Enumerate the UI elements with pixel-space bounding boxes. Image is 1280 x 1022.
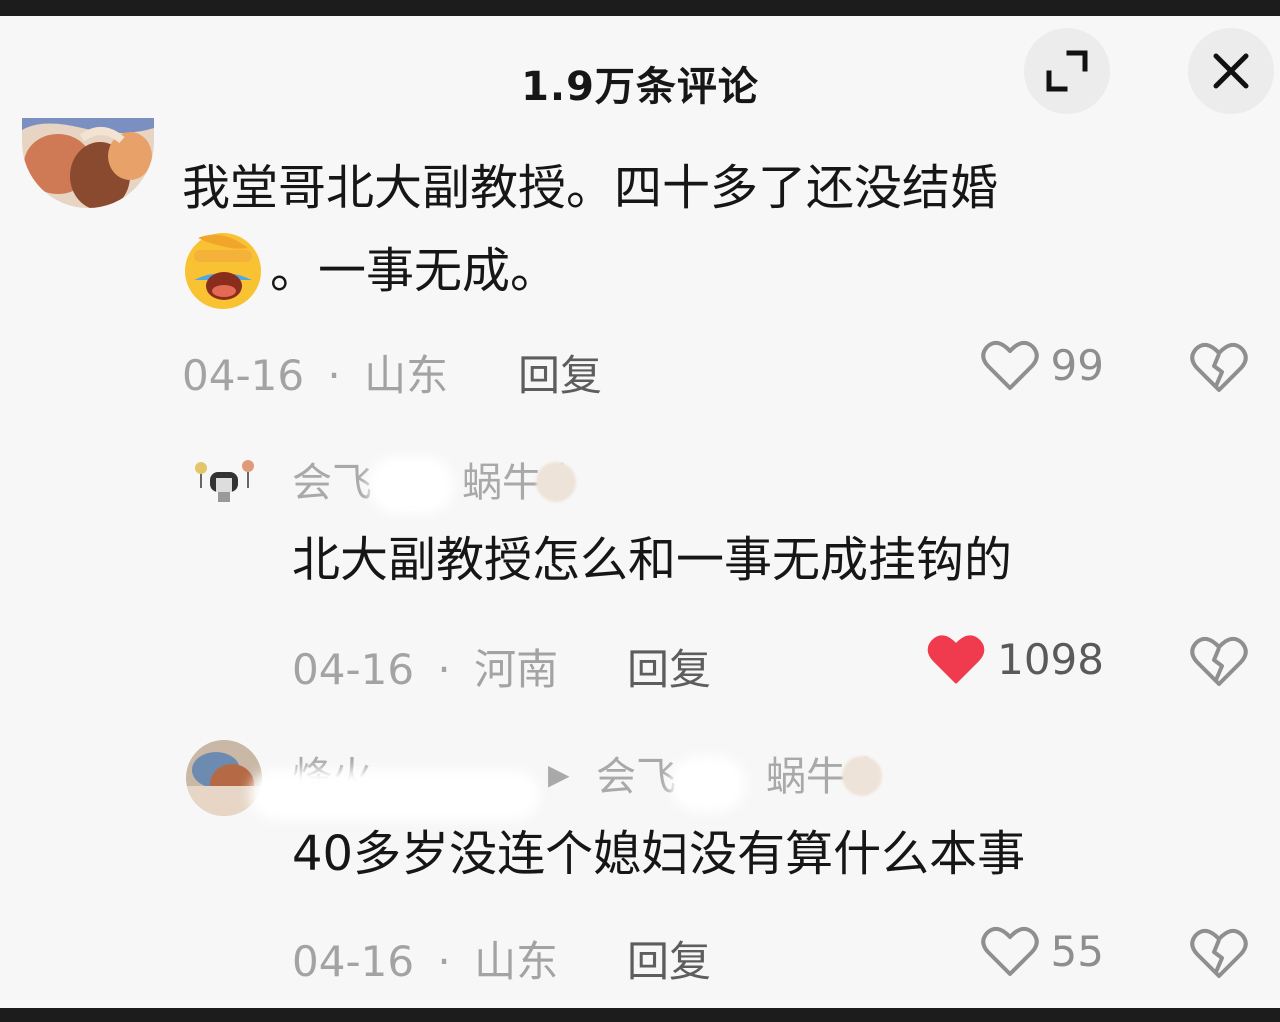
- heart-icon: [927, 635, 985, 684]
- heart-icon: [980, 926, 1039, 976]
- user-badge: [842, 756, 882, 796]
- avatar[interactable]: [186, 740, 262, 816]
- like-button[interactable]: 55: [980, 924, 1104, 978]
- reply-button[interactable]: 回复: [627, 928, 711, 989]
- comment-date: 04-16: [292, 645, 415, 694]
- like-button[interactable]: 1098: [927, 632, 1104, 686]
- comment-location: 山东: [474, 937, 559, 986]
- username-redaction: [368, 456, 454, 514]
- like-count: 1098: [997, 634, 1104, 684]
- meta-separator: ·: [437, 937, 451, 986]
- heart-icon: [980, 340, 1039, 390]
- comment-meta: 04-16 · 山东: [292, 928, 558, 989]
- broken-heart-icon: [1190, 928, 1248, 978]
- expand-button[interactable]: [1024, 28, 1110, 114]
- comment-location: 山东: [364, 351, 449, 400]
- dislike-button[interactable]: [1190, 634, 1248, 692]
- comments-panel: 1.9万条评论 我堂哥北大副教授。四十多了还没结婚 。一事无成。 04-16 ·…: [0, 16, 1280, 1008]
- comment-date: 04-16: [182, 351, 305, 400]
- meta-separator: ·: [327, 351, 341, 400]
- expand-icon: [1046, 50, 1088, 92]
- close-button[interactable]: [1188, 28, 1274, 114]
- close-icon: [1213, 53, 1249, 89]
- avatar[interactable]: [22, 118, 154, 208]
- like-count: 55: [1050, 926, 1104, 976]
- like-count: 99: [1050, 340, 1104, 390]
- comment-text: 北大副教授怎么和一事无成挂钩的: [292, 532, 1013, 588]
- like-button[interactable]: 99: [980, 338, 1104, 392]
- reply-button[interactable]: 回复: [518, 342, 602, 403]
- face-palm-crying-emoji: [185, 233, 261, 309]
- triangle-right-icon: ▶: [548, 758, 570, 791]
- comment-text: 。一事无成。: [182, 230, 558, 312]
- user-badge: [536, 462, 576, 502]
- comment-meta: 04-16 · 山东: [182, 342, 448, 403]
- comment-meta: 04-16 · 河南: [292, 636, 558, 697]
- dislike-button[interactable]: [1190, 926, 1248, 984]
- comment-text-line: 。一事无成。: [270, 243, 559, 299]
- broken-heart-icon: [1190, 636, 1248, 686]
- comment-location: 河南: [474, 645, 559, 694]
- username-redaction: [250, 770, 540, 820]
- comment-text-line: 我堂哥北大副教授。四十多了还没结婚: [182, 160, 999, 216]
- comment-date: 04-16: [292, 937, 415, 986]
- broken-heart-icon: [1190, 342, 1248, 392]
- dislike-button[interactable]: [1190, 340, 1248, 398]
- meta-separator: ·: [437, 645, 451, 694]
- reply-button[interactable]: 回复: [627, 636, 711, 697]
- avatar[interactable]: [192, 456, 256, 506]
- comment-text: 我堂哥北大副教授。四十多了还没结婚: [182, 148, 998, 228]
- comment-text: 40多岁没连个媳妇没有算什么本事: [292, 826, 1026, 882]
- username-redaction: [670, 756, 746, 812]
